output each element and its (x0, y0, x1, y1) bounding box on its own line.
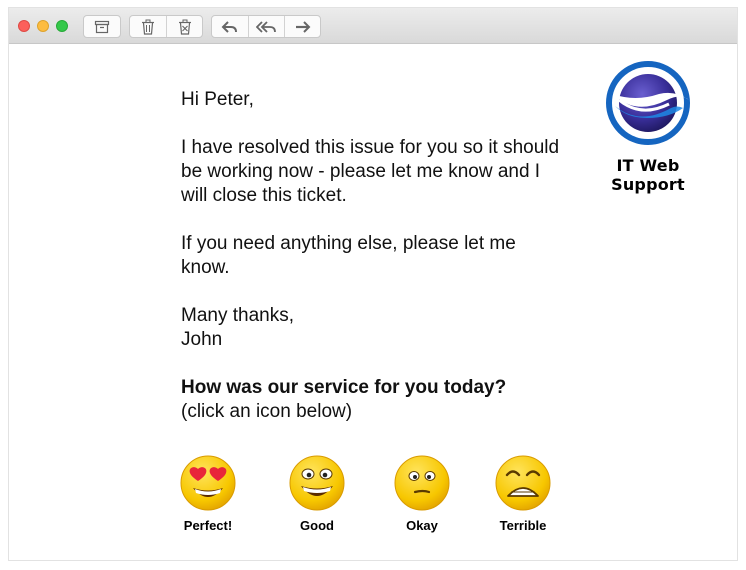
logo-text: IT Web Support (611, 156, 685, 194)
archive-group (83, 15, 121, 38)
archive-button[interactable] (84, 16, 120, 37)
rate-okay-label: Okay (406, 518, 438, 533)
message-body: Hi Peter, I have resolved this issue for… (9, 44, 737, 560)
minimize-window-button[interactable] (37, 20, 49, 32)
survey-hint: (click an icon below) (181, 401, 353, 422)
company-logo: IT Web Support (581, 60, 715, 194)
heart-eyes-emoji-icon (180, 455, 236, 511)
trash-icon (142, 19, 154, 35)
reply-all-button[interactable] (248, 16, 284, 37)
reply-group (211, 15, 321, 38)
forward-icon (295, 20, 310, 33)
mail-toolbar (9, 8, 737, 44)
greeting: Hi Peter, (181, 89, 254, 110)
close-window-button[interactable] (18, 20, 30, 32)
closing-line: Many thanks, (181, 305, 294, 326)
rate-good-label: Good (300, 518, 334, 533)
rate-okay-button[interactable]: Okay (382, 454, 462, 533)
distressed-emoji-icon (495, 455, 551, 511)
delete-group (129, 15, 203, 38)
rating-options: Perfect! Good Okay Terrible (9, 454, 737, 544)
delete-button[interactable] (130, 16, 166, 37)
body-paragraph-2: If you need anything else, please let me… (181, 233, 516, 278)
signature: John (181, 329, 223, 350)
message-text: Hi Peter, I have resolved this issue for… (181, 88, 561, 424)
sign-off: Many thanks, John (181, 304, 561, 352)
rate-perfect-label: Perfect! (183, 518, 233, 533)
zoom-window-button[interactable] (56, 20, 68, 32)
mail-window: Hi Peter, I have resolved this issue for… (9, 8, 737, 560)
globe-logo-icon (606, 61, 690, 145)
reply-all-icon (255, 20, 276, 33)
neutral-emoji-icon (394, 455, 450, 511)
junk-icon (178, 19, 191, 35)
rate-terrible-button[interactable]: Terrible (483, 454, 563, 533)
rate-good-button[interactable]: Good (277, 454, 357, 533)
survey-question: How was our service for you today? (181, 377, 507, 398)
reply-icon (221, 20, 237, 33)
forward-button[interactable] (284, 16, 320, 37)
archive-icon (94, 20, 110, 33)
rate-terrible-label: Terrible (499, 518, 547, 533)
junk-button[interactable] (166, 16, 202, 37)
body-paragraph-1: I have resolved this issue for you so it… (181, 137, 560, 206)
grinning-emoji-icon (289, 455, 345, 511)
rate-perfect-button[interactable]: Perfect! (168, 454, 248, 533)
reply-button[interactable] (212, 16, 248, 37)
